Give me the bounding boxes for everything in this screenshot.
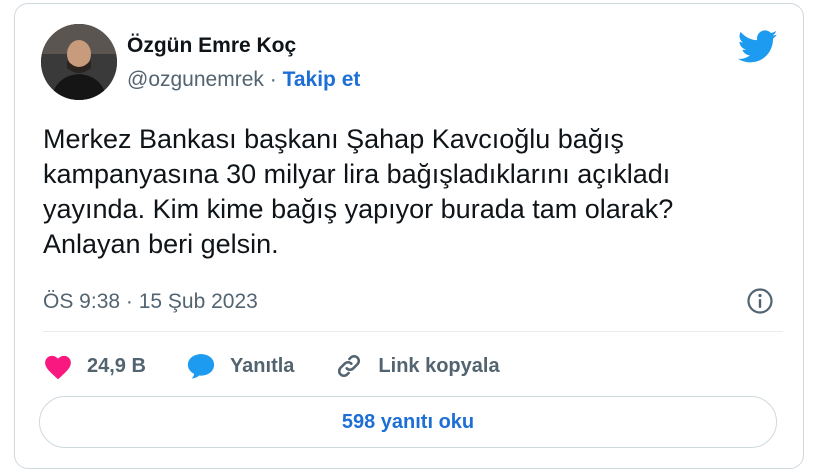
- read-replies-button[interactable]: 598 yanıtı oku: [39, 396, 777, 448]
- author-handle[interactable]: @ozgunemrek: [127, 68, 264, 91]
- follow-button[interactable]: Takip et: [283, 68, 361, 91]
- twitter-bird-icon[interactable]: [737, 30, 778, 64]
- like-count: 24,9 B: [87, 354, 146, 377]
- tweet-card: Özgün Emre Koç @ozgunemrek · Takip et Me…: [14, 3, 804, 469]
- divider: [43, 331, 783, 332]
- reply-label: Yanıtla: [229, 354, 295, 377]
- read-replies-label: 598 yanıtı oku: [341, 410, 475, 433]
- tweet-text: Merkez Bankası başkanı Şahap Kavcıoğlu b…: [43, 124, 674, 259]
- link-icon: [338, 354, 361, 378]
- author-name[interactable]: Özgün Emre Koç: [127, 34, 296, 58]
- info-icon[interactable]: [745, 286, 775, 316]
- tweet-timestamp[interactable]: ÖS 9:38 · 15 Şub 2023: [43, 290, 258, 314]
- copy-link-button[interactable]: Link kopyala: [334, 352, 500, 380]
- reply-button[interactable]: Yanıtla: [186, 352, 294, 380]
- action-bar: 24,9 B Yanıtla Link kopyala: [43, 349, 540, 383]
- author-handle-row: @ozgunemrek · Takip et: [127, 68, 360, 92]
- avatar[interactable]: [41, 24, 117, 100]
- speech-bubble-icon: [187, 354, 215, 379]
- handle-separator: ·: [269, 68, 277, 91]
- heart-icon: [45, 355, 71, 380]
- like-button[interactable]: 24,9 B: [43, 352, 146, 380]
- copy-link-label: Link kopyala: [378, 354, 500, 377]
